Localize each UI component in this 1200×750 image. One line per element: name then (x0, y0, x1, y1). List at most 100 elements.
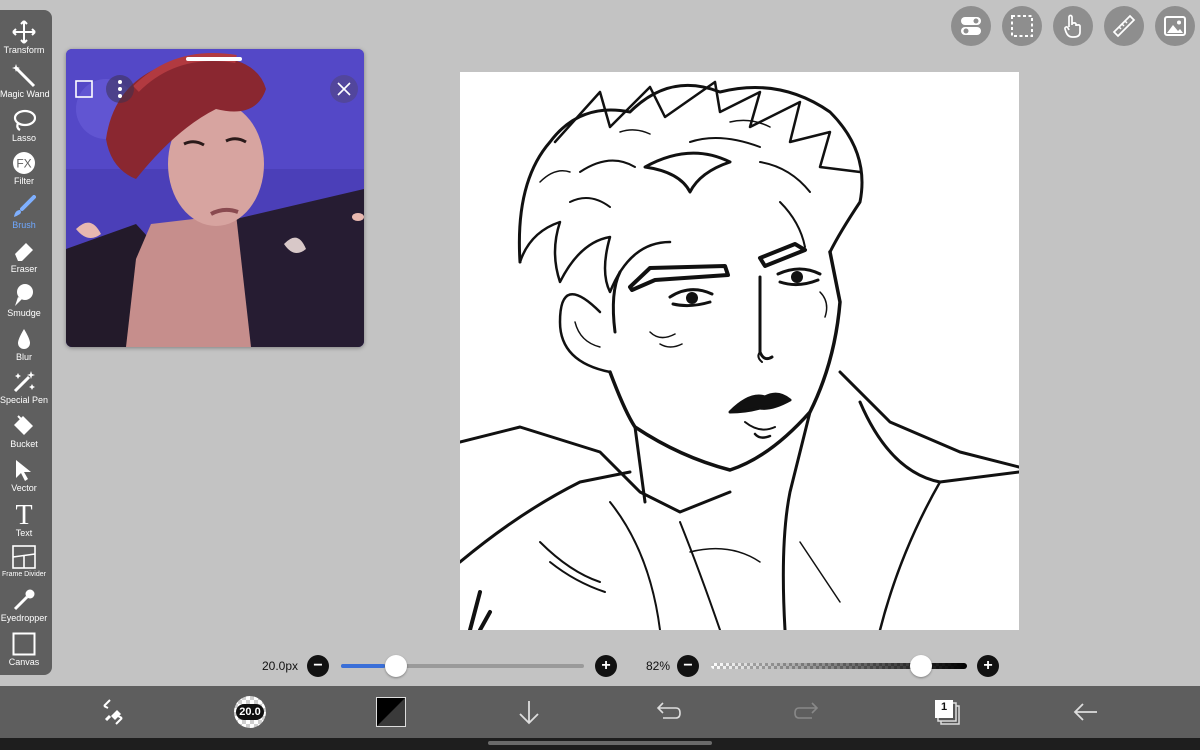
tool-text[interactable]: T Text (0, 501, 48, 538)
tool-filter[interactable]: FX Filter (0, 151, 48, 186)
brush-size-label: 20.0px (262, 659, 299, 673)
minus-icon: − (683, 657, 693, 674)
minus-icon: − (313, 657, 323, 674)
tool-smudge[interactable]: Smudge (0, 283, 48, 318)
frame-divider-icon (12, 545, 36, 569)
tool-label: Canvas (8, 657, 40, 667)
tool-label: Text (15, 528, 33, 538)
blur-icon (18, 329, 30, 349)
opacity-decrease-button[interactable]: − (677, 655, 699, 677)
redo-button[interactable] (790, 696, 824, 728)
tool-special-pen[interactable]: Special Pen (0, 370, 48, 405)
tool-eyedropper[interactable]: Eyedropper (0, 588, 48, 623)
tool-vector[interactable]: Vector (0, 458, 48, 493)
color-swatch-button[interactable] (375, 696, 409, 728)
brush-preview-icon: 20.0 (234, 696, 266, 728)
tool-label: Magic Wand (0, 89, 50, 99)
more-icon (118, 80, 122, 98)
undo-icon (656, 702, 681, 719)
image-button[interactable] (1155, 6, 1195, 46)
reference-window[interactable] (66, 49, 364, 347)
bottom-toolbar: 20.0 1 (0, 686, 1200, 738)
reference-close-button[interactable] (330, 75, 358, 103)
image-icon (1164, 16, 1186, 36)
reference-menu-button[interactable] (106, 75, 134, 103)
hand-tool-button[interactable] (1053, 6, 1093, 46)
eyedropper-icon (13, 589, 35, 611)
layer-count: 1 (940, 701, 948, 713)
redo-icon (794, 702, 819, 719)
ruler-button[interactable] (1104, 6, 1144, 46)
tool-label: Frame Divider (2, 571, 46, 578)
ruler-icon (1112, 14, 1136, 38)
lasso-icon (13, 109, 36, 131)
drag-handle[interactable] (186, 57, 242, 61)
layers-button[interactable]: 1 (930, 696, 964, 728)
canvas-icon (12, 632, 36, 656)
selection-button[interactable] (1002, 6, 1042, 46)
tool-label: Smudge (7, 308, 41, 318)
tool-label: Filter (14, 176, 34, 186)
undo-button[interactable] (651, 696, 685, 728)
drawing-canvas[interactable] (458, 72, 1021, 632)
settings-toggle-button[interactable] (951, 6, 991, 46)
download-icon (519, 701, 539, 725)
reference-mode-button[interactable] (74, 79, 94, 99)
tool-label: Brush (12, 220, 36, 230)
toggle-icon (961, 17, 981, 35)
fx-icon: FX (13, 152, 35, 174)
brush-preview-button[interactable]: 20.0 (234, 696, 268, 728)
tool-label: Blur (15, 352, 32, 362)
home-indicator[interactable] (488, 741, 712, 745)
tool-label: Eyedropper (0, 613, 48, 623)
tool-magic-wand[interactable]: Magic Wand (0, 64, 50, 99)
tool-switch-button[interactable] (96, 696, 130, 728)
tool-label: Lasso (11, 133, 37, 143)
square-icon (75, 80, 93, 98)
brush-icon (14, 195, 36, 217)
color-swatch-icon (376, 697, 406, 727)
tool-label: Vector (11, 483, 37, 493)
bucket-icon (14, 415, 33, 435)
opacity-control: 82% − + (640, 655, 1002, 677)
brush-size-increase-button[interactable]: + (595, 655, 617, 677)
tool-bucket[interactable]: Bucket (0, 414, 48, 449)
brush-size-knob[interactable] (384, 655, 407, 677)
tool-frame-divider[interactable]: Frame Divider (0, 545, 48, 580)
tool-switch-icon (103, 699, 123, 725)
hand-icon (1064, 14, 1081, 38)
tool-transform[interactable]: Transform (0, 20, 48, 55)
svg-text:FX: FX (16, 157, 31, 171)
vector-icon (16, 460, 31, 481)
brush-size-decrease-button[interactable]: − (307, 655, 329, 677)
close-icon (337, 82, 351, 96)
back-button[interactable] (1069, 696, 1103, 728)
opacity-label: 82% (646, 659, 671, 673)
tool-label: Transform (3, 45, 45, 55)
text-icon: T (15, 501, 32, 527)
opacity-track[interactable] (711, 655, 967, 677)
special-pen-icon (13, 371, 35, 393)
transform-icon (12, 20, 36, 44)
line-art-sketch (458, 80, 1021, 632)
opacity-increase-button[interactable]: + (977, 655, 999, 677)
tool-lasso[interactable]: Lasso (0, 108, 48, 143)
download-button[interactable] (513, 696, 547, 728)
back-icon (1073, 703, 1097, 721)
tool-label: Special Pen (0, 395, 49, 405)
tool-blur[interactable]: Blur (0, 327, 48, 362)
brush-size-fill (341, 664, 385, 668)
opacity-knob[interactable] (909, 655, 932, 677)
tool-eraser[interactable]: Eraser (0, 239, 48, 274)
eraser-icon (15, 243, 33, 261)
selection-icon (1011, 15, 1033, 37)
tool-sidebar: Transform Magic Wand Lasso FX Filter Bru… (0, 10, 52, 675)
tool-label: Bucket (10, 439, 38, 449)
brush-size-track[interactable] (341, 655, 584, 677)
plus-icon: + (983, 657, 993, 674)
smudge-icon (15, 284, 33, 306)
tool-canvas[interactable]: Canvas (0, 632, 48, 667)
magic-wand-icon (12, 64, 36, 88)
tool-brush[interactable]: Brush (0, 195, 48, 230)
tool-label: Eraser (10, 264, 38, 274)
